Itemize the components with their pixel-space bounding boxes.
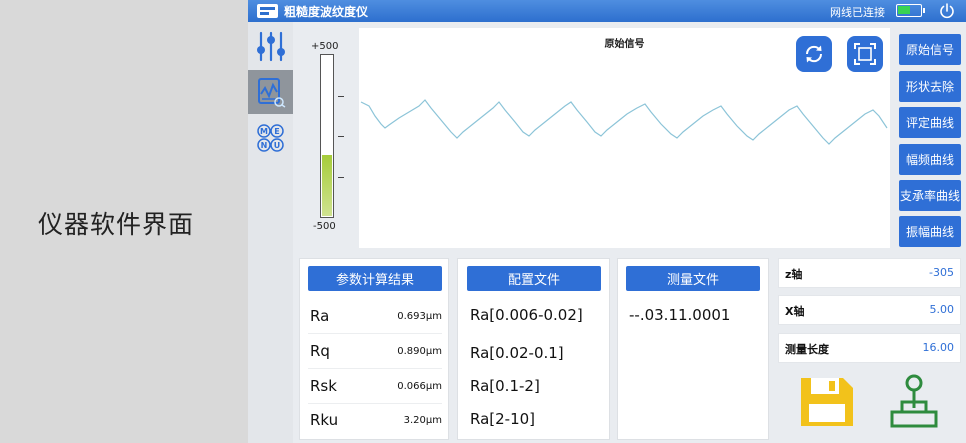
menu-icon: M E N U	[257, 124, 284, 152]
signal-line	[360, 99, 888, 145]
save-icon[interactable]	[799, 376, 855, 428]
measure-panel: 测量文件 --.03.11.0001	[617, 258, 769, 440]
menu-letter-n: N	[261, 141, 268, 150]
sidebar-item-signal[interactable]	[248, 70, 293, 114]
gauge-tick	[338, 136, 344, 137]
sidebar: M E N U	[248, 22, 293, 443]
z-axis-card: z轴 -305	[778, 258, 961, 288]
param-row-rku: Rku 3.20μm	[308, 403, 442, 437]
param-name: Rq	[310, 342, 330, 360]
gauge-max-label: +500	[311, 41, 339, 52]
btn-bearing-ratio[interactable]: 支承率曲线	[899, 180, 961, 211]
config-panel: 配置文件 Ra[0.006-0.02] Ra[0.02-0.1] Ra[0.1-…	[457, 258, 610, 440]
config-item[interactable]: Ra[0.02-0.1]	[470, 344, 564, 362]
x-axis-label: X轴	[785, 305, 805, 318]
param-name: Rsk	[310, 377, 337, 395]
caption-area: 仪器软件界面	[0, 0, 248, 443]
param-value: 0.693μm	[397, 311, 442, 322]
refresh-icon	[805, 45, 823, 63]
measure-file-item[interactable]: --.03.11.0001	[629, 306, 730, 324]
config-item[interactable]: Ra[0.1-2]	[470, 377, 540, 395]
sliders-icon	[257, 31, 285, 62]
app-title: 粗糙度波纹度仪	[284, 5, 369, 19]
gauge-tick	[338, 177, 344, 178]
menu-letter-e: E	[274, 127, 279, 136]
caption-text: 仪器软件界面	[38, 210, 195, 239]
joystick-icon[interactable]	[888, 374, 940, 430]
param-value: 0.066μm	[397, 381, 442, 392]
param-value: 3.20μm	[403, 415, 442, 426]
gauge-fill	[322, 155, 332, 216]
param-row-rq: Rq 0.890μm	[308, 334, 442, 369]
length-label: 测量长度	[785, 343, 829, 356]
title-bar: 粗糙度波纹度仪 网线已连接	[248, 0, 966, 22]
btn-amplitude-curve[interactable]: 振幅曲线	[899, 216, 961, 247]
signal-gauge	[320, 54, 334, 218]
length-card: 测量长度 16.00	[778, 333, 961, 363]
param-value: 0.890μm	[397, 346, 442, 357]
x-axis-card: X轴 5.00	[778, 295, 961, 325]
signal-chart-icon	[258, 78, 286, 108]
param-row-rsk: Rsk 0.066μm	[308, 369, 442, 404]
param-name: Ra	[310, 307, 330, 325]
x-axis-value[interactable]: 5.00	[930, 303, 955, 316]
z-axis-label: z轴	[785, 268, 803, 281]
z-axis-value: -305	[929, 266, 954, 279]
menu-letter-u: U	[274, 141, 281, 150]
signal-chart: 原始信号	[359, 28, 890, 248]
config-item[interactable]: Ra[2-10]	[470, 410, 535, 428]
sidebar-item-settings[interactable]	[248, 24, 293, 68]
gauge-tick	[338, 96, 344, 97]
fullscreen-icon	[854, 43, 876, 65]
battery-icon	[896, 4, 925, 17]
power-icon[interactable]	[938, 2, 956, 20]
btn-amplitude-frequency[interactable]: 幅频曲线	[899, 144, 961, 175]
battery-fill	[898, 6, 910, 14]
connection-status: 网线已连接	[830, 6, 885, 19]
config-header[interactable]: 配置文件	[467, 266, 601, 291]
measure-header[interactable]: 测量文件	[626, 266, 760, 291]
sidebar-item-menu[interactable]: M E N U	[248, 116, 293, 160]
params-header[interactable]: 参数计算结果	[308, 266, 442, 291]
btn-raw-signal[interactable]: 原始信号	[899, 34, 961, 65]
param-name: Rku	[310, 411, 339, 429]
btn-form-removal[interactable]: 形状去除	[899, 71, 961, 102]
params-panel: 参数计算结果 Ra 0.693μm Rq 0.890μm Rsk 0.066μm…	[299, 258, 449, 440]
gauge-min-label: -500	[313, 221, 336, 232]
refresh-button[interactable]	[796, 36, 832, 72]
config-item[interactable]: Ra[0.006-0.02]	[470, 306, 583, 324]
instrument-app: 粗糙度波纹度仪 网线已连接 M E N U +500 -500 原始信号 原始信…	[248, 0, 966, 443]
btn-evaluation-curve[interactable]: 评定曲线	[899, 107, 961, 138]
length-value[interactable]: 16.00	[923, 341, 955, 354]
fullscreen-button[interactable]	[847, 36, 883, 72]
menu-letter-m: M	[260, 127, 268, 136]
param-row-ra: Ra 0.693μm	[308, 299, 442, 334]
app-logo-icon	[257, 4, 278, 18]
